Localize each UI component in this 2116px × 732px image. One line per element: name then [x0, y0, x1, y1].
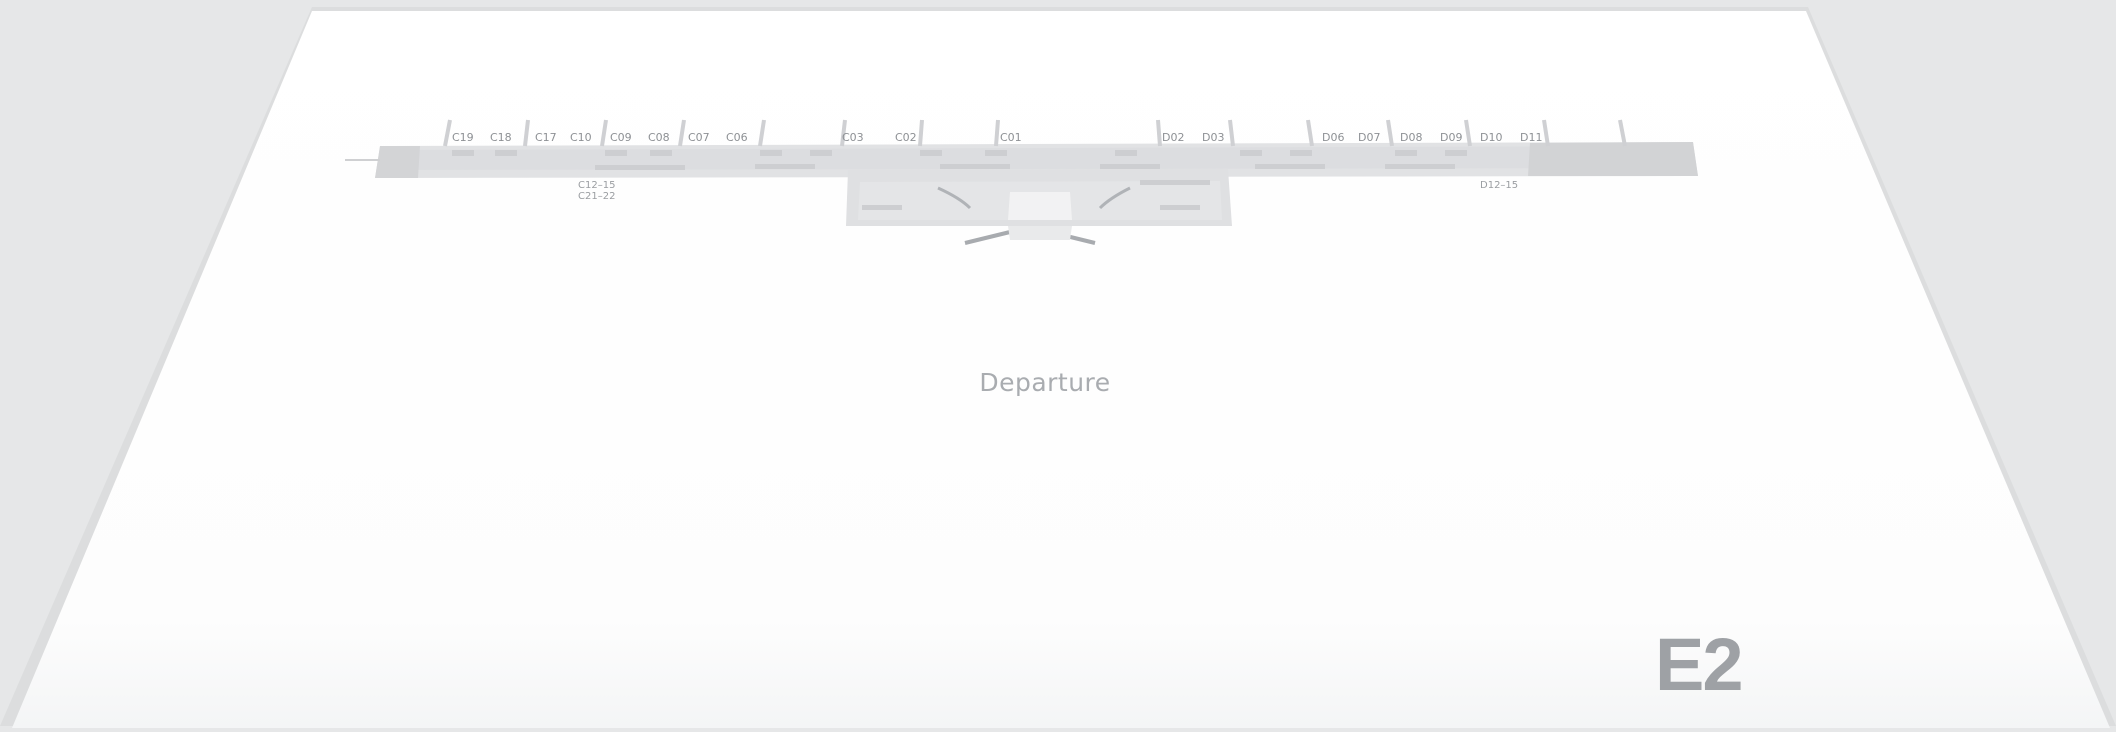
terminal-code: E2 [1655, 623, 1744, 706]
gate-label-d10: D10 [1480, 131, 1502, 144]
gate-label-c07: C07 [688, 131, 710, 144]
gate-label-c02: C02 [895, 131, 917, 144]
gate-label-d08: D08 [1400, 131, 1422, 144]
gate-label-d11: D11 [1520, 131, 1542, 144]
gate-label-c17: C17 [535, 131, 557, 144]
gate-label-c19: C19 [452, 131, 474, 144]
stair-note-d12: D12–15 [1480, 180, 1518, 191]
stair-note-c12: C12–15 [578, 180, 615, 191]
gate-label-c03: C03 [842, 131, 864, 144]
map-stage: C19 C18 C17 C10 C09 C08 C07 C06 C03 C02 C01 D02 D03… [0, 0, 2116, 728]
gate-label-d09: D09 [1440, 131, 1462, 144]
gate-label-c18: C18 [490, 131, 512, 144]
gate-label-c06: C06 [726, 131, 748, 144]
terminal-map: C19 C18 C17 C10 C09 C08 C07 C06 C03 C02 C01 D02 D03… [0, 7, 2116, 728]
gate-label-d07: D07 [1358, 131, 1380, 144]
gate-label-d02: D02 [1162, 131, 1184, 144]
stair-note-c21: C21–22 [578, 191, 615, 202]
gate-label-c08: C08 [648, 131, 670, 144]
gate-label-c01: C01 [1000, 131, 1022, 144]
level-label: Departure [979, 368, 1111, 397]
gate-label-d03: D03 [1202, 131, 1224, 144]
gate-label-c09: C09 [610, 131, 632, 144]
gate-label-d06: D06 [1322, 131, 1344, 144]
gate-label-c10: C10 [570, 131, 592, 144]
